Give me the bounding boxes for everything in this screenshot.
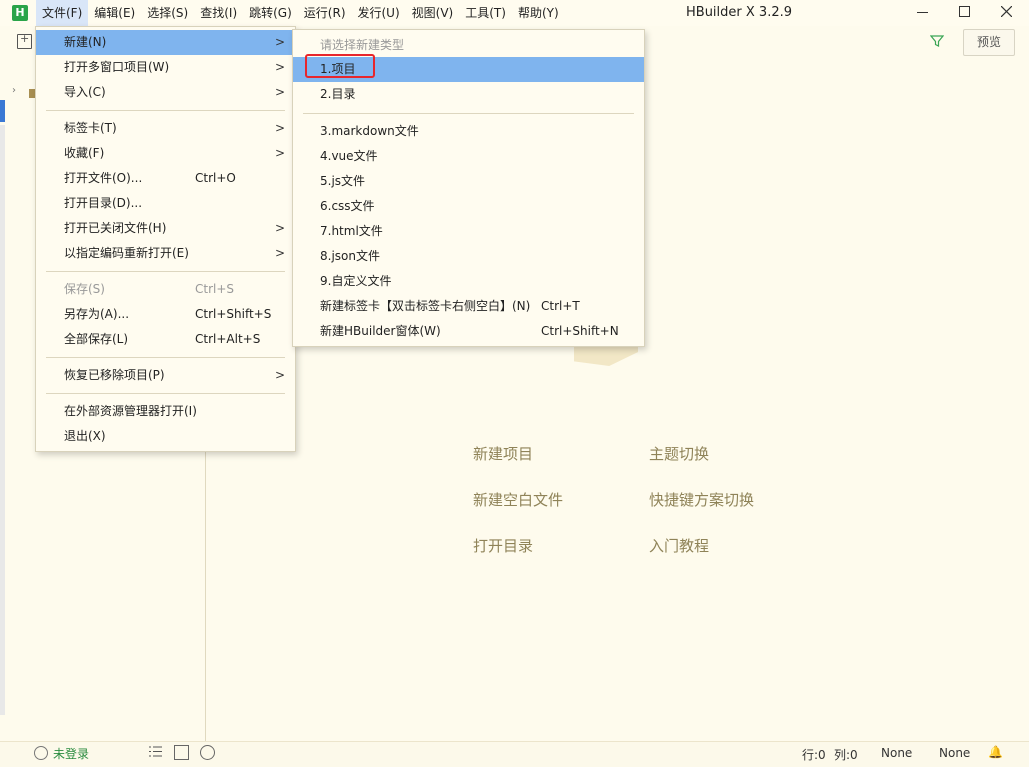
menu-help[interactable]: 帮助(Y) bbox=[512, 0, 565, 26]
new-html-item[interactable]: 7.html文件 bbox=[293, 219, 644, 244]
maximize-icon bbox=[959, 6, 970, 17]
menu-select[interactable]: 选择(S) bbox=[141, 0, 194, 26]
file-menu-save-all[interactable]: 全部保存(L) Ctrl+Alt+S bbox=[36, 327, 295, 352]
file-menu-open-file[interactable]: 打开文件(O)... Ctrl+O bbox=[36, 166, 295, 191]
welcome-open-dir[interactable]: 打开目录 bbox=[473, 535, 533, 556]
selection-marker bbox=[0, 100, 5, 122]
left-scrollbar[interactable] bbox=[0, 125, 5, 715]
welcome-new-blank-file[interactable]: 新建空白文件 bbox=[473, 489, 563, 510]
chevron-right-icon: > bbox=[274, 221, 285, 235]
globe-icon[interactable] bbox=[200, 745, 215, 760]
menu-file[interactable]: 文件(F) bbox=[36, 0, 89, 26]
chevron-right-icon: > bbox=[274, 35, 285, 49]
file-menu-open-closed[interactable]: 打开已关闭文件(H) > bbox=[36, 216, 295, 241]
file-menu-save-as[interactable]: 另存为(A)... Ctrl+Shift+S bbox=[36, 302, 295, 327]
file-menu-open-dir[interactable]: 打开目录(D)... bbox=[36, 191, 295, 216]
welcome-keymap-switch[interactable]: 快捷键方案切换 bbox=[649, 489, 754, 510]
window-title: HBuilder X 3.2.9 bbox=[686, 5, 792, 20]
bell-icon[interactable]: 🔔 bbox=[988, 745, 1003, 759]
menu-publish[interactable]: 发行(U) bbox=[352, 0, 406, 26]
new-css-item[interactable]: 6.css文件 bbox=[293, 194, 644, 219]
new-directory-item[interactable]: 2.目录 bbox=[293, 82, 644, 107]
menu-separator bbox=[46, 110, 285, 111]
welcome-tutorial[interactable]: 入门教程 bbox=[649, 535, 709, 556]
close-icon bbox=[1001, 6, 1012, 17]
preview-button[interactable]: 预览 bbox=[963, 29, 1015, 56]
cursor-line: 行:0 bbox=[802, 748, 826, 762]
menu-bar: 文件(F) 编辑(E) 选择(S) 查找(I) 跳转(G) 运行(R) 发行(U… bbox=[36, 0, 565, 26]
chevron-right-icon: > bbox=[274, 85, 285, 99]
new-vue-item[interactable]: 4.vue文件 bbox=[293, 144, 644, 169]
syntax-status[interactable]: None bbox=[939, 746, 970, 760]
maximize-button[interactable] bbox=[945, 0, 985, 26]
file-menu-exit[interactable]: 退出(X) bbox=[36, 424, 295, 449]
chevron-right-icon: > bbox=[274, 146, 285, 160]
chevron-right-icon: > bbox=[274, 368, 285, 382]
file-menu-new[interactable]: 新建(N) > bbox=[36, 30, 295, 55]
menu-separator bbox=[46, 271, 285, 272]
annotation-highlight-box bbox=[305, 54, 375, 78]
filter-icon[interactable] bbox=[930, 34, 944, 48]
file-menu-reopen-encoding[interactable]: 以指定编码重新打开(E) > bbox=[36, 241, 295, 266]
menu-separator bbox=[46, 357, 285, 358]
file-menu-save[interactable]: 保存(S) Ctrl+S bbox=[36, 277, 295, 302]
new-window-item[interactable]: 新建HBuilder窗体(W) Ctrl+Shift+N bbox=[293, 319, 644, 344]
app-logo-icon: H bbox=[12, 5, 28, 21]
file-menu: 新建(N) > 打开多窗口项目(W) > 导入(C) > 标签卡(T) > 收藏… bbox=[35, 26, 296, 452]
menu-edit[interactable]: 编辑(E) bbox=[88, 0, 141, 26]
welcome-new-project[interactable]: 新建项目 bbox=[473, 443, 533, 464]
chevron-right-icon: > bbox=[274, 246, 285, 260]
terminal-icon[interactable] bbox=[174, 745, 189, 760]
close-button[interactable] bbox=[987, 0, 1027, 26]
chevron-right-icon: > bbox=[274, 60, 285, 74]
menu-view[interactable]: 视图(V) bbox=[406, 0, 460, 26]
chevron-right-icon: > bbox=[274, 121, 285, 135]
new-tab-item[interactable]: 新建标签卡【双击标签卡右侧空白】(N) Ctrl+T bbox=[293, 294, 644, 319]
file-menu-import[interactable]: 导入(C) > bbox=[36, 80, 295, 105]
menu-run[interactable]: 运行(R) bbox=[298, 0, 352, 26]
menu-goto[interactable]: 跳转(G) bbox=[243, 0, 298, 26]
menu-separator bbox=[303, 113, 634, 114]
file-menu-favorites[interactable]: 收藏(F) > bbox=[36, 141, 295, 166]
chevron-right-icon[interactable]: › bbox=[12, 85, 16, 96]
encoding-status[interactable]: None bbox=[881, 746, 912, 760]
minimize-icon bbox=[917, 12, 928, 13]
new-custom-item[interactable]: 9.自定义文件 bbox=[293, 269, 644, 294]
new-markdown-item[interactable]: 3.markdown文件 bbox=[293, 119, 644, 144]
list-icon[interactable] bbox=[149, 745, 162, 758]
welcome-theme-switch[interactable]: 主题切换 bbox=[649, 443, 709, 464]
menu-find[interactable]: 查找(I) bbox=[194, 0, 243, 26]
menu-tools[interactable]: 工具(T) bbox=[459, 0, 512, 26]
cursor-column: 列:0 bbox=[834, 748, 858, 762]
user-icon[interactable] bbox=[34, 746, 48, 760]
minimize-button[interactable] bbox=[903, 0, 943, 26]
new-file-icon[interactable] bbox=[17, 32, 32, 49]
file-menu-open-explorer[interactable]: 在外部资源管理器打开(I) bbox=[36, 399, 295, 424]
new-json-item[interactable]: 8.json文件 bbox=[293, 244, 644, 269]
login-status[interactable]: 未登录 bbox=[53, 745, 89, 762]
file-menu-open-multi[interactable]: 打开多窗口项目(W) > bbox=[36, 55, 295, 80]
menu-separator bbox=[46, 393, 285, 394]
new-js-item[interactable]: 5.js文件 bbox=[293, 169, 644, 194]
file-menu-restore-removed[interactable]: 恢复已移除项目(P) > bbox=[36, 363, 295, 388]
file-menu-tabs[interactable]: 标签卡(T) > bbox=[36, 116, 295, 141]
